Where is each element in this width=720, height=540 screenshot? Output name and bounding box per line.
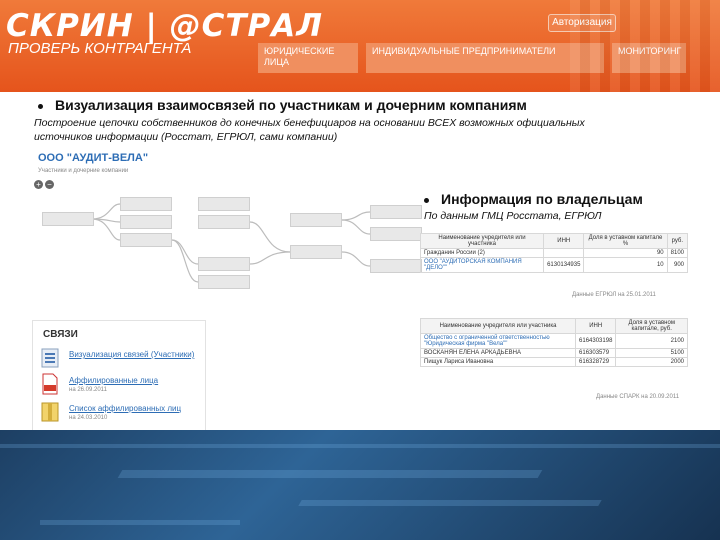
tree-subtitle: Участники и дочерние компании xyxy=(38,168,129,174)
pdf-file-icon xyxy=(42,373,58,395)
bullet-icon xyxy=(424,197,429,203)
connections-item-date: на 26.09.2011 xyxy=(69,387,107,393)
connections-item-label[interactable]: Список аффилированных лиц xyxy=(69,404,181,413)
connections-title: СВЯЗИ xyxy=(43,329,78,340)
table-header: Наименование учредителя или участника xyxy=(419,318,577,334)
table-row: Пищук Лариса Ивановна 616328729 2000 xyxy=(419,357,688,367)
owner-link[interactable]: ООО "АУДИТОРСКАЯ КОМПАНИЯ "ДЕЛО"" xyxy=(419,257,545,273)
connections-item-affiliates-list[interactable]: Список аффилированных лиц на 24.03.2010 xyxy=(41,401,201,427)
table-cell: Пищук Лариса Ивановна xyxy=(419,357,577,367)
zoom-out-icon[interactable]: − xyxy=(45,180,54,189)
section1-title-text: Визуализация взаимосвязей по участникам … xyxy=(55,97,527,113)
table-cell: 2000 xyxy=(615,357,688,367)
tree-node[interactable] xyxy=(198,197,250,211)
owners-table-spark: Наименование учредителя или участника ИН… xyxy=(419,318,688,367)
connections-item-affiliates[interactable]: Аффилированные лица на 26.09.2011 xyxy=(41,373,201,399)
tree-node[interactable] xyxy=(42,212,94,226)
table-cell: 2100 xyxy=(615,333,688,349)
bullet-icon xyxy=(38,103,43,109)
tree-node[interactable] xyxy=(370,227,422,241)
section2-title: Информация по владельцам xyxy=(424,191,643,207)
nav-item-entrepreneurs[interactable]: ИНДИВИДУАЛЬНЫЕ ПРЕДПРИНИМАТЕЛИ xyxy=(366,43,604,73)
owners-table-egrul: Наименование учредителя или участника ИН… xyxy=(419,233,689,273)
zoom-in-icon[interactable]: + xyxy=(34,180,43,189)
connections-item-label[interactable]: Визуализация связей (Участники) xyxy=(69,350,194,359)
nav-item-legal-entities[interactable]: ЮРИДИЧЕСКИЕ ЛИЦА xyxy=(258,43,358,73)
table-row: Общество с ограниченной ответственностью… xyxy=(419,333,688,349)
table-header: Доля в уставном капитале % xyxy=(583,233,668,249)
tree-node[interactable] xyxy=(198,215,250,229)
section2-title-text: Информация по владельцам xyxy=(441,191,643,207)
tree-node[interactable] xyxy=(120,233,172,247)
table-header: ИНН xyxy=(575,318,617,334)
table-cell: ВОСКАНЯН ЕЛЕНА АРКАДЬЕВНА xyxy=(419,348,577,358)
table-header: руб. xyxy=(666,233,689,249)
section2-description: По данным ГМЦ Росстата, ЕГРЮЛ xyxy=(424,210,602,222)
archive-file-icon xyxy=(41,402,59,422)
table-row: Гражданин России (2) 90 8100 xyxy=(419,248,689,258)
table-cell: 5100 xyxy=(615,348,688,358)
table-header: Наименование учредителя или участника xyxy=(419,233,545,249)
table-cell: 616303579 xyxy=(575,348,617,358)
owner-link[interactable]: Общество с ограниченной ответственностью… xyxy=(419,333,577,349)
tree-node[interactable] xyxy=(198,257,250,271)
table2-note: Данные СПАРК на 20.09.2011 xyxy=(596,394,680,400)
connections-item-label[interactable]: Аффилированные лица xyxy=(69,376,158,385)
connections-panel: СВЯЗИ Визуализация связей (Участники) Аф… xyxy=(32,320,206,432)
table1-note: Данные ЕГРЮЛ на 25.01.2011 xyxy=(572,292,656,298)
tree-node[interactable] xyxy=(198,275,250,289)
table-cell: 10 xyxy=(583,257,668,273)
table-cell: 6164303198 xyxy=(575,333,617,349)
section1-title: Визуализация взаимосвязей по участникам … xyxy=(38,97,527,113)
site-header: СКРИН | @СТРАЛ ПРОВЕРЬ КОНТРАГЕНТА Автор… xyxy=(0,0,720,92)
table-row: ВОСКАНЯН ЕЛЕНА АРКАДЬЕВНА 616303579 5100 xyxy=(419,348,688,358)
tree-node[interactable] xyxy=(120,215,172,229)
site-tagline: ПРОВЕРЬ КОНТРАГЕНТА xyxy=(8,40,192,57)
site-logo[interactable]: СКРИН | @СТРАЛ xyxy=(6,8,323,44)
table-cell: 8100 xyxy=(666,248,689,258)
table-header: Доля в уставном капитале, руб. xyxy=(615,318,688,334)
decorative-footer-image xyxy=(0,430,720,540)
company-name[interactable]: ООО "АУДИТ-ВЕЛА" xyxy=(38,152,148,164)
tree-node[interactable] xyxy=(370,205,422,219)
table-cell xyxy=(543,248,585,258)
section1-description: Построение цепочки собственников до коне… xyxy=(34,117,585,143)
connections-item-visualization[interactable]: Визуализация связей (Участники) xyxy=(41,347,201,373)
table-cell: 90 xyxy=(583,248,668,258)
login-button[interactable]: Авторизация xyxy=(548,14,616,32)
table-cell: 6130134935 xyxy=(543,257,585,273)
tree-node[interactable] xyxy=(290,213,342,227)
tree-node[interactable] xyxy=(120,197,172,211)
table-cell: 616328729 xyxy=(575,357,617,367)
tree-node[interactable] xyxy=(370,259,422,273)
document-list-icon xyxy=(41,348,59,368)
table-row: ООО "АУДИТОРСКАЯ КОМПАНИЯ "ДЕЛО"" 613013… xyxy=(419,257,689,273)
table-cell: 900 xyxy=(666,257,689,273)
connections-item-date: на 24.03.2010 xyxy=(69,415,108,421)
table-header: ИНН xyxy=(543,233,585,249)
tree-node[interactable] xyxy=(290,245,342,259)
nav-item-monitoring[interactable]: МОНИТОРИНГ xyxy=(612,43,686,73)
table-cell: Гражданин России (2) xyxy=(419,248,545,258)
